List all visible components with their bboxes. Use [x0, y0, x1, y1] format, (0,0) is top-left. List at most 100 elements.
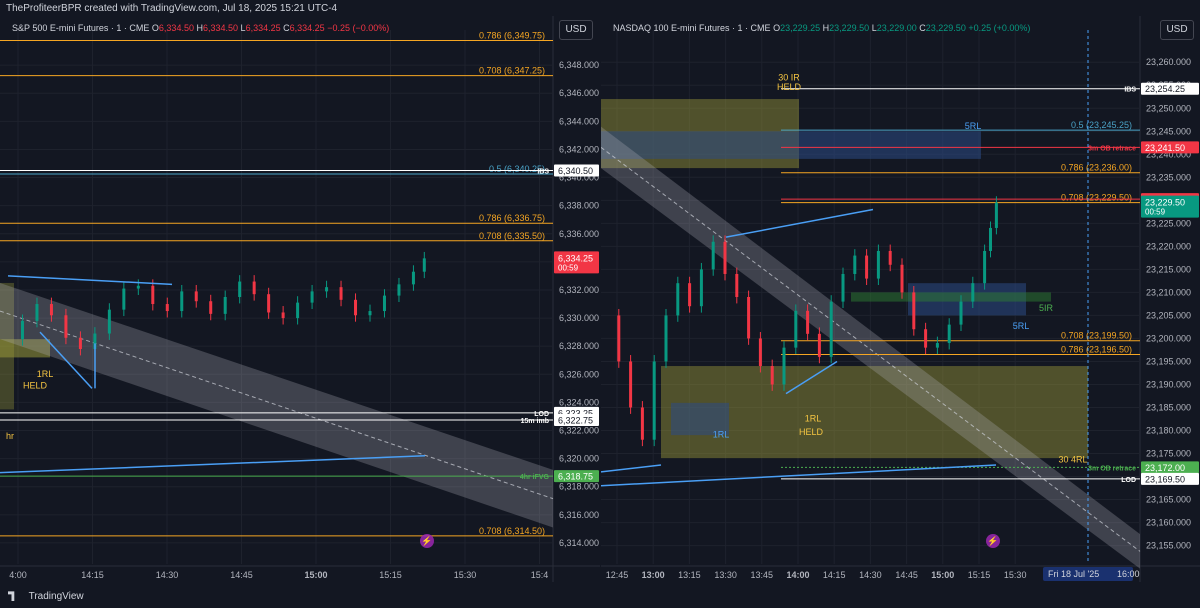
candle-body — [20, 320, 24, 340]
y-tick-label: 23,220.000 — [1146, 241, 1191, 251]
x-tick-label: 12:45 — [606, 570, 629, 580]
fib-level-label: 0.786 (23,236.00) — [1061, 163, 1132, 173]
x-tick-label: 14:30 — [859, 570, 882, 580]
price-axis-bg — [553, 16, 600, 582]
y-tick-label: 23,245.000 — [1146, 126, 1191, 136]
x-tick-label: 13:15 — [678, 570, 701, 580]
y-tick-label: 6,326.000 — [559, 369, 599, 379]
candle-body — [422, 258, 426, 272]
x-tick-label: 14:30 — [156, 570, 179, 580]
price-tag-value: 6,340.50 — [558, 166, 593, 176]
fib-level-label: 0.708 (6,314.50) — [479, 526, 545, 536]
es-chart-canvas[interactable]: 6,314.000 6,316.000 6,318.000 6,320.000 6,32… — [0, 16, 600, 582]
es-close: 6,334.25 — [289, 23, 325, 33]
candle-body — [107, 309, 111, 334]
y-tick-label: 6,342.000 — [559, 144, 599, 154]
candle-body — [735, 273, 739, 297]
candle-body — [853, 255, 857, 274]
candle-body — [397, 284, 401, 296]
y-tick-label: 23,205.000 — [1146, 310, 1191, 320]
candle-body — [78, 337, 82, 349]
y-tick-label: 6,324.000 — [559, 397, 599, 407]
marked-level-name: IBS — [1124, 87, 1136, 94]
y-tick-label: 23,215.000 — [1146, 264, 1191, 274]
fib-level-label: 0.786 (6,349.75) — [479, 31, 545, 41]
fib-level-label: 0.708 (23,229.50) — [1061, 193, 1132, 203]
price-tag-value: 6,318.75 — [558, 472, 593, 482]
candle-body — [876, 250, 880, 279]
marked-level-name: 3m OB retrace — [1088, 465, 1136, 472]
fib-level-label: 0.786 (23,196.50) — [1061, 345, 1132, 355]
y-tick-label: 23,225.000 — [1146, 218, 1191, 228]
nq-change: +0.25 (+0.00%) — [968, 23, 1031, 33]
time-tag-date: Fri 18 Jul '25 — [1048, 569, 1099, 579]
price-tag-value: 6,322.75 — [558, 415, 593, 425]
candle-body — [122, 288, 126, 310]
y-tick-label: 23,200.000 — [1146, 333, 1191, 343]
candle-body — [994, 202, 998, 228]
candle-body — [209, 301, 213, 314]
nq-chart-canvas[interactable]: 23,155.00023,160.00023,165.00023,170.000… — [601, 16, 1200, 582]
footer-brand: TradingView — [28, 591, 84, 602]
candle-body — [238, 281, 242, 297]
trend-line — [601, 464, 662, 473]
x-tick-label: 14:00 — [786, 570, 809, 580]
nq-currency-button[interactable]: USD — [1160, 20, 1194, 40]
marked-level-name: 4hr iFVG — [520, 474, 550, 481]
fib-level-label: 0.5 (23,245.25) — [1071, 120, 1132, 130]
es-legend: S&P 500 E-mini Futures · 1 · CME O6,334.… — [12, 23, 390, 33]
x-tick-label: 15:30 — [454, 570, 477, 580]
chart-caption: TheProfiteerBPR created with TradingView… — [0, 0, 1200, 16]
candle-body — [49, 304, 53, 316]
candle-body — [688, 283, 692, 307]
y-tick-label: 23,195.000 — [1146, 356, 1191, 366]
marked-level-name: LOD — [534, 411, 549, 418]
y-tick-label: 23,235.000 — [1146, 172, 1191, 182]
es-open: 6,334.50 — [158, 23, 194, 33]
candle-body — [959, 301, 963, 325]
y-tick-label: 6,320.000 — [559, 454, 599, 464]
trend-line — [7, 275, 173, 286]
candle-body — [924, 329, 928, 348]
candle-body — [806, 310, 810, 334]
y-tick-label: 23,185.000 — [1146, 402, 1191, 412]
candle-body — [935, 343, 939, 348]
x-tick-label: 14:45 — [895, 570, 918, 580]
nq-high: 23,229.50 — [829, 23, 870, 33]
nq-symbol: NASDAQ 100 E-mini Futures · 1 · CME — [613, 23, 771, 33]
y-tick-label: 23,260.000 — [1146, 57, 1191, 67]
nq-chart-panel[interactable]: 23,155.00023,160.00023,165.00023,170.000… — [601, 16, 1200, 582]
candle-body — [629, 361, 633, 408]
candle-body — [382, 295, 386, 312]
y-tick-label: 23,175.000 — [1146, 449, 1191, 459]
nq-close: 23,229.50 — [925, 23, 966, 33]
x-tick-label: 4:00 — [9, 570, 27, 580]
candle-body — [770, 366, 774, 385]
marked-level-name: 3m OB retrace — [1088, 145, 1136, 152]
es-chart-panel[interactable]: 6,314.000 6,316.000 6,318.000 6,320.000 6,32… — [0, 16, 600, 582]
candle-body — [223, 297, 227, 314]
candle-body — [723, 241, 727, 274]
footer: TradingView — [0, 586, 1200, 608]
es-change: −0.25 (−0.00%) — [327, 23, 390, 33]
candle-body — [989, 227, 992, 251]
candle-body — [165, 304, 169, 312]
last-price-value: 6,334.25 — [558, 253, 593, 263]
marked-level-name: LOD — [1121, 477, 1136, 484]
candle-body — [64, 315, 68, 338]
candle-body — [794, 310, 798, 348]
candle-body — [180, 291, 184, 312]
x-tick-label: 15:4 — [531, 570, 549, 580]
candle-body — [281, 312, 285, 319]
last-price-value: 23,229.50 — [1145, 198, 1185, 208]
nq-open: 23,229.25 — [780, 23, 821, 33]
es-symbol: S&P 500 E-mini Futures · 1 · CME — [12, 23, 150, 33]
y-tick-label: 6,346.000 — [559, 88, 599, 98]
candle-body — [782, 347, 786, 385]
y-tick-label: 6,328.000 — [559, 341, 599, 351]
candle-body — [699, 269, 703, 307]
marked-level-name: 15m imb — [521, 418, 549, 425]
x-tick-label: 14:15 — [81, 570, 104, 580]
candle-body — [194, 291, 198, 302]
es-currency-button[interactable]: USD — [559, 20, 593, 40]
